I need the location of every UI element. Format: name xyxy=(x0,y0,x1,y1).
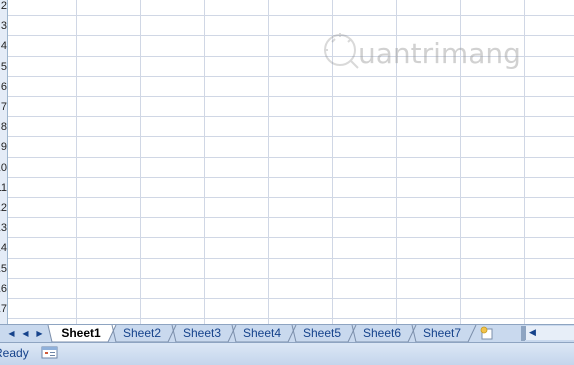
row-header-14[interactable]: 14 xyxy=(0,238,7,258)
row-header-3[interactable]: 3 xyxy=(0,16,7,36)
row-header-12[interactable]: 12 xyxy=(0,198,7,218)
row-header-15[interactable]: 15 xyxy=(0,259,7,279)
grid-row-line xyxy=(8,318,574,320)
grid-row-line xyxy=(8,277,574,279)
horizontal-scrollbar[interactable]: ◀ xyxy=(525,326,574,340)
sheet-tab-3[interactable]: Sheet3 xyxy=(174,325,230,342)
grid-row-line xyxy=(8,116,574,118)
row-header-16[interactable]: 16 xyxy=(0,279,7,299)
grid-column-line xyxy=(140,0,141,324)
row-header-8[interactable]: 8 xyxy=(0,117,7,137)
grid-column-line xyxy=(268,0,269,324)
sheet-tab-5[interactable]: Sheet5 xyxy=(294,325,350,342)
watermark-logo: uantrimang xyxy=(324,33,521,70)
sheet-tab-bar: ◀ ◀ ▶ Sheet1 Sheet2 Sheet3 Sheet4 Sheet5… xyxy=(0,324,574,343)
macro-record-icon[interactable] xyxy=(41,346,59,360)
sheet-tab-2[interactable]: Sheet2 xyxy=(114,325,170,342)
row-header-11[interactable]: 11 xyxy=(0,178,7,198)
grid-row-line xyxy=(8,257,574,259)
sheet-tab-6[interactable]: Sheet6 xyxy=(354,325,410,342)
status-text: Ready xyxy=(0,346,29,360)
grid-row-line xyxy=(8,15,574,17)
grid-row-line xyxy=(8,136,574,138)
grid-row-line xyxy=(8,156,574,158)
grid-column-line xyxy=(76,0,77,324)
grid-column-line xyxy=(204,0,205,324)
row-header-column: 234567891011121314151617 xyxy=(0,0,8,324)
grid-row-line xyxy=(8,176,574,178)
row-header-9[interactable]: 9 xyxy=(0,137,7,157)
scroll-left-icon[interactable]: ◀ xyxy=(529,327,536,338)
worksheet-grid[interactable]: 234567891011121314151617 uantrimang xyxy=(0,0,574,324)
status-bar: Ready xyxy=(0,342,574,365)
grid-row-line xyxy=(8,298,574,299)
insert-sheet-icon[interactable] xyxy=(478,326,498,341)
sheet-tab-4[interactable]: Sheet4 xyxy=(234,325,290,342)
row-header-7[interactable]: 7 xyxy=(0,97,7,117)
grid-row-line xyxy=(8,217,574,219)
grid-row-line xyxy=(8,237,574,239)
grid-row-line xyxy=(8,75,574,77)
row-header-2[interactable]: 2 xyxy=(0,0,7,16)
sheet-tab-7[interactable]: Sheet7 xyxy=(414,325,470,342)
watermark-text: uantrimang xyxy=(358,37,521,70)
row-header-17[interactable]: 17 xyxy=(0,299,7,319)
row-header-6[interactable]: 6 xyxy=(0,77,7,97)
sheet-tab-1[interactable]: Sheet1 xyxy=(52,325,110,342)
grid-row-line xyxy=(8,96,574,97)
row-header-5[interactable]: 5 xyxy=(0,57,7,77)
row-header-13[interactable]: 13 xyxy=(0,218,7,238)
row-header-4[interactable]: 4 xyxy=(0,36,7,56)
row-header-10[interactable]: 10 xyxy=(0,158,7,178)
grid-row-line xyxy=(8,197,574,198)
